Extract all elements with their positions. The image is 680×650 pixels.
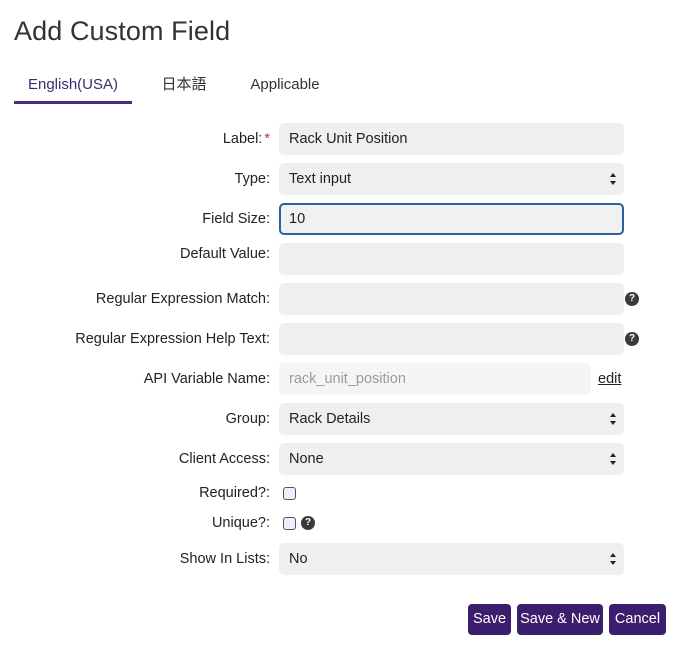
question-icon[interactable]: ? (625, 292, 639, 306)
tab-japanese[interactable]: 日本語 (156, 72, 212, 104)
group-label: Group: (225, 411, 270, 427)
tab-english-usa[interactable]: English(USA) (14, 72, 132, 104)
type-select-value: Text input (289, 171, 352, 187)
required-label: Required?: (199, 485, 270, 501)
client-access-label: Client Access: (178, 451, 270, 467)
select-arrows-icon (610, 553, 616, 565)
label-input[interactable]: Rack Unit Position (279, 123, 624, 155)
save-button[interactable]: Save (468, 604, 511, 635)
save-and-new-button[interactable]: Save & New (517, 604, 603, 635)
question-icon[interactable]: ? (625, 332, 639, 346)
unique-label: Unique?: (211, 515, 270, 531)
regex-help-label: Regular Expression Help Text: (75, 331, 270, 347)
group-select[interactable]: Rack Details (279, 403, 624, 435)
required-checkbox[interactable] (283, 487, 296, 500)
regex-match-input[interactable] (279, 283, 624, 315)
regex-help-input[interactable] (279, 323, 624, 355)
cancel-button[interactable]: Cancel (609, 604, 666, 635)
group-select-value: Rack Details (289, 411, 371, 427)
question-icon[interactable]: ? (301, 516, 315, 530)
page-title: Add Custom Field (14, 16, 231, 46)
required-asterisk: * (264, 131, 270, 147)
select-arrows-icon (610, 173, 616, 185)
api-variable-edit-link[interactable]: edit (598, 371, 621, 387)
show-in-lists-label: Show In Lists: (179, 551, 270, 567)
default-value-input[interactable] (279, 243, 624, 275)
label-field-label: Label: * (222, 131, 270, 147)
default-value-label: Default Value: (179, 246, 270, 262)
field-size-input[interactable]: 10 (279, 203, 624, 235)
type-label: Type: (234, 171, 270, 187)
type-select[interactable]: Text input (279, 163, 624, 195)
client-access-select-value: None (289, 451, 324, 467)
select-arrows-icon (610, 413, 616, 425)
api-variable-label: API Variable Name: (143, 371, 270, 387)
tab-applicable[interactable]: Applicable (240, 72, 330, 104)
show-in-lists-select-value: No (289, 551, 308, 567)
api-variable-input: rack_unit_position (279, 363, 591, 395)
field-size-label: Field Size: (202, 211, 270, 227)
show-in-lists-select[interactable]: No (279, 543, 624, 575)
select-arrows-icon (610, 453, 616, 465)
client-access-select[interactable]: None (279, 443, 624, 475)
unique-checkbox[interactable] (283, 517, 296, 530)
regex-match-label: Regular Expression Match: (95, 291, 270, 307)
